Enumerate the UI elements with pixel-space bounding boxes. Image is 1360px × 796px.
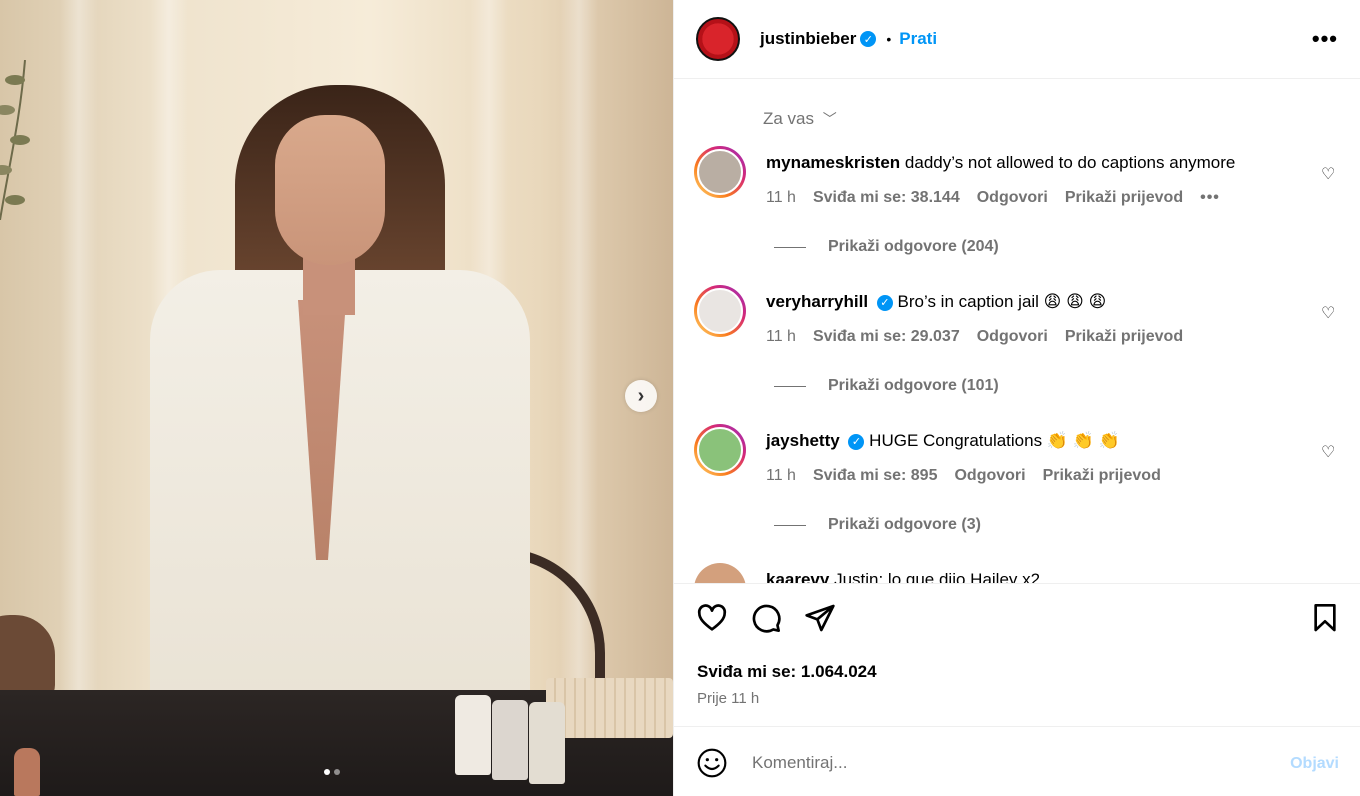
post-sidebar: justinbieber ✓ • Prati ••• Za vas ﹀ myna… [673, 0, 1360, 796]
comment-icon[interactable] [750, 602, 782, 634]
post-image: › [0, 0, 673, 796]
commenter-avatar[interactable] [694, 146, 746, 198]
avatar-image [697, 427, 743, 473]
comment-meta: 11 h Sviđa mi se: 29.037 Odgovori Prikaž… [766, 328, 1183, 346]
translate-button[interactable]: Prikaži prijevod [1065, 189, 1183, 207]
replies-divider [774, 524, 806, 526]
product-tube [529, 702, 565, 784]
view-replies-label: Prikaži odgovore (204) [828, 238, 999, 255]
translate-button[interactable]: Prikaži prijevod [1065, 328, 1183, 346]
comment-body: HUGE Congratulations 👏 👏 👏 [869, 431, 1120, 450]
view-replies-label: Prikaži odgovore (101) [828, 377, 999, 394]
comment-likes[interactable]: Sviđa mi se: 29.037 [813, 328, 960, 346]
view-replies-button[interactable]: Prikaži odgovore (204) [774, 238, 999, 256]
comment-text: kaarevy Justin: lo que dijo Hailey x2 [766, 570, 1326, 583]
separator-dot: • [886, 31, 892, 47]
author-username[interactable]: justinbieber [760, 29, 856, 49]
comments-list[interactable]: Za vas ﹀ mynameskristen daddy’s not allo… [674, 79, 1360, 583]
author-avatar[interactable] [696, 17, 740, 61]
view-replies-label: Prikaži odgovore (3) [828, 516, 981, 533]
comment-likes[interactable]: Sviđa mi se: 38.144 [813, 189, 960, 207]
comment-text: jayshetty ✓ HUGE Congratulations 👏 👏 👏 [766, 431, 1326, 451]
translate-button[interactable]: Prikaži prijevod [1043, 467, 1161, 485]
commenter-username[interactable]: jayshetty [766, 431, 840, 450]
view-replies-button[interactable]: Prikaži odgovore (3) [774, 516, 981, 534]
reply-button[interactable]: Odgovori [954, 467, 1025, 485]
like-comment-heart-icon[interactable]: ♡ [1321, 442, 1335, 462]
comment-text: veryharryhill ✓ Bro’s in caption jail 😩 … [766, 292, 1326, 312]
view-replies-button[interactable]: Prikaži odgovore (101) [774, 377, 999, 395]
follow-button[interactable]: Prati [899, 29, 937, 49]
comment-body: Justin: lo que dijo Hailey x2 [834, 570, 1041, 583]
chevron-right-icon: › [637, 384, 645, 407]
carousel-dot-active [324, 769, 330, 775]
post-header: justinbieber ✓ • Prati ••• [674, 0, 1360, 79]
next-image-button[interactable]: › [625, 380, 657, 412]
avatar-image [697, 149, 743, 195]
replies-divider [774, 246, 806, 248]
product-box [546, 678, 673, 738]
reply-button[interactable]: Odgovori [977, 189, 1048, 207]
commenter-avatar[interactable] [694, 563, 746, 583]
carousel-dot [334, 769, 340, 775]
emoji-icon[interactable] [696, 747, 728, 779]
comment-time: 11 h [766, 328, 796, 345]
post-comment-button[interactable]: Objavi [1290, 755, 1339, 773]
curtain-fold [60, 0, 98, 796]
comment-body: daddy’s not allowed to do captions anymo… [904, 153, 1236, 172]
verified-badge-icon: ✓ [860, 31, 877, 47]
post-actions: Sviđa mi se: 1.064.024 Prije 11 h [674, 583, 1360, 726]
replies-divider [774, 385, 806, 387]
comment-body: Bro’s in caption jail 😩 😩 😩 [897, 292, 1107, 311]
comments-filter-dropdown[interactable]: Za vas ﹀ [763, 109, 837, 129]
avatar-image [697, 288, 743, 334]
commenter-username[interactable]: veryharryhill [766, 292, 868, 311]
plant-illustration [0, 60, 30, 220]
post-timestamp[interactable]: Prije 11 h [697, 690, 759, 707]
comment-more-icon[interactable]: ••• [1200, 189, 1220, 207]
action-icons-row [696, 602, 1341, 638]
verified-badge-icon: ✓ [876, 294, 893, 311]
more-options-icon[interactable]: ••• [1312, 26, 1338, 52]
commenter-username[interactable]: mynameskristen [766, 153, 900, 172]
comment-input[interactable]: Komentiraj... [752, 753, 847, 773]
filter-label: Za vas [763, 109, 815, 128]
comment-time: 11 h [766, 467, 796, 484]
product-tube [455, 695, 491, 775]
bookmark-icon[interactable] [1309, 602, 1341, 634]
commenter-avatar[interactable] [694, 285, 746, 337]
comment-likes[interactable]: Sviđa mi se: 895 [813, 467, 938, 485]
comment-meta: 11 h Sviđa mi se: 895 Odgovori Prikaži p… [766, 467, 1161, 485]
comment-meta: 11 h Sviđa mi se: 38.144 Odgovori Prikaž… [766, 189, 1220, 207]
like-heart-icon[interactable] [696, 602, 728, 634]
comment-text: mynameskristen daddy’s not allowed to do… [766, 153, 1326, 173]
like-comment-heart-icon[interactable]: ♡ [1321, 164, 1335, 184]
reply-button[interactable]: Odgovori [977, 328, 1048, 346]
avatar-image [694, 563, 746, 583]
comment-composer: Komentiraj... Objavi [674, 726, 1360, 796]
commenter-avatar[interactable] [694, 424, 746, 476]
like-comment-heart-icon[interactable]: ♡ [1321, 303, 1335, 323]
product-bottle [14, 748, 40, 796]
chevron-down-icon: ﹀ [822, 111, 837, 127]
person-face [275, 115, 385, 265]
verified-badge-icon: ✓ [848, 433, 865, 450]
product-tube [492, 700, 528, 780]
post-likes-count[interactable]: Sviđa mi se: 1.064.024 [697, 662, 877, 682]
carousel-indicator [324, 769, 340, 775]
comment-time: 11 h [766, 189, 796, 206]
share-icon[interactable] [804, 602, 836, 634]
commenter-username[interactable]: kaarevy [766, 570, 829, 583]
